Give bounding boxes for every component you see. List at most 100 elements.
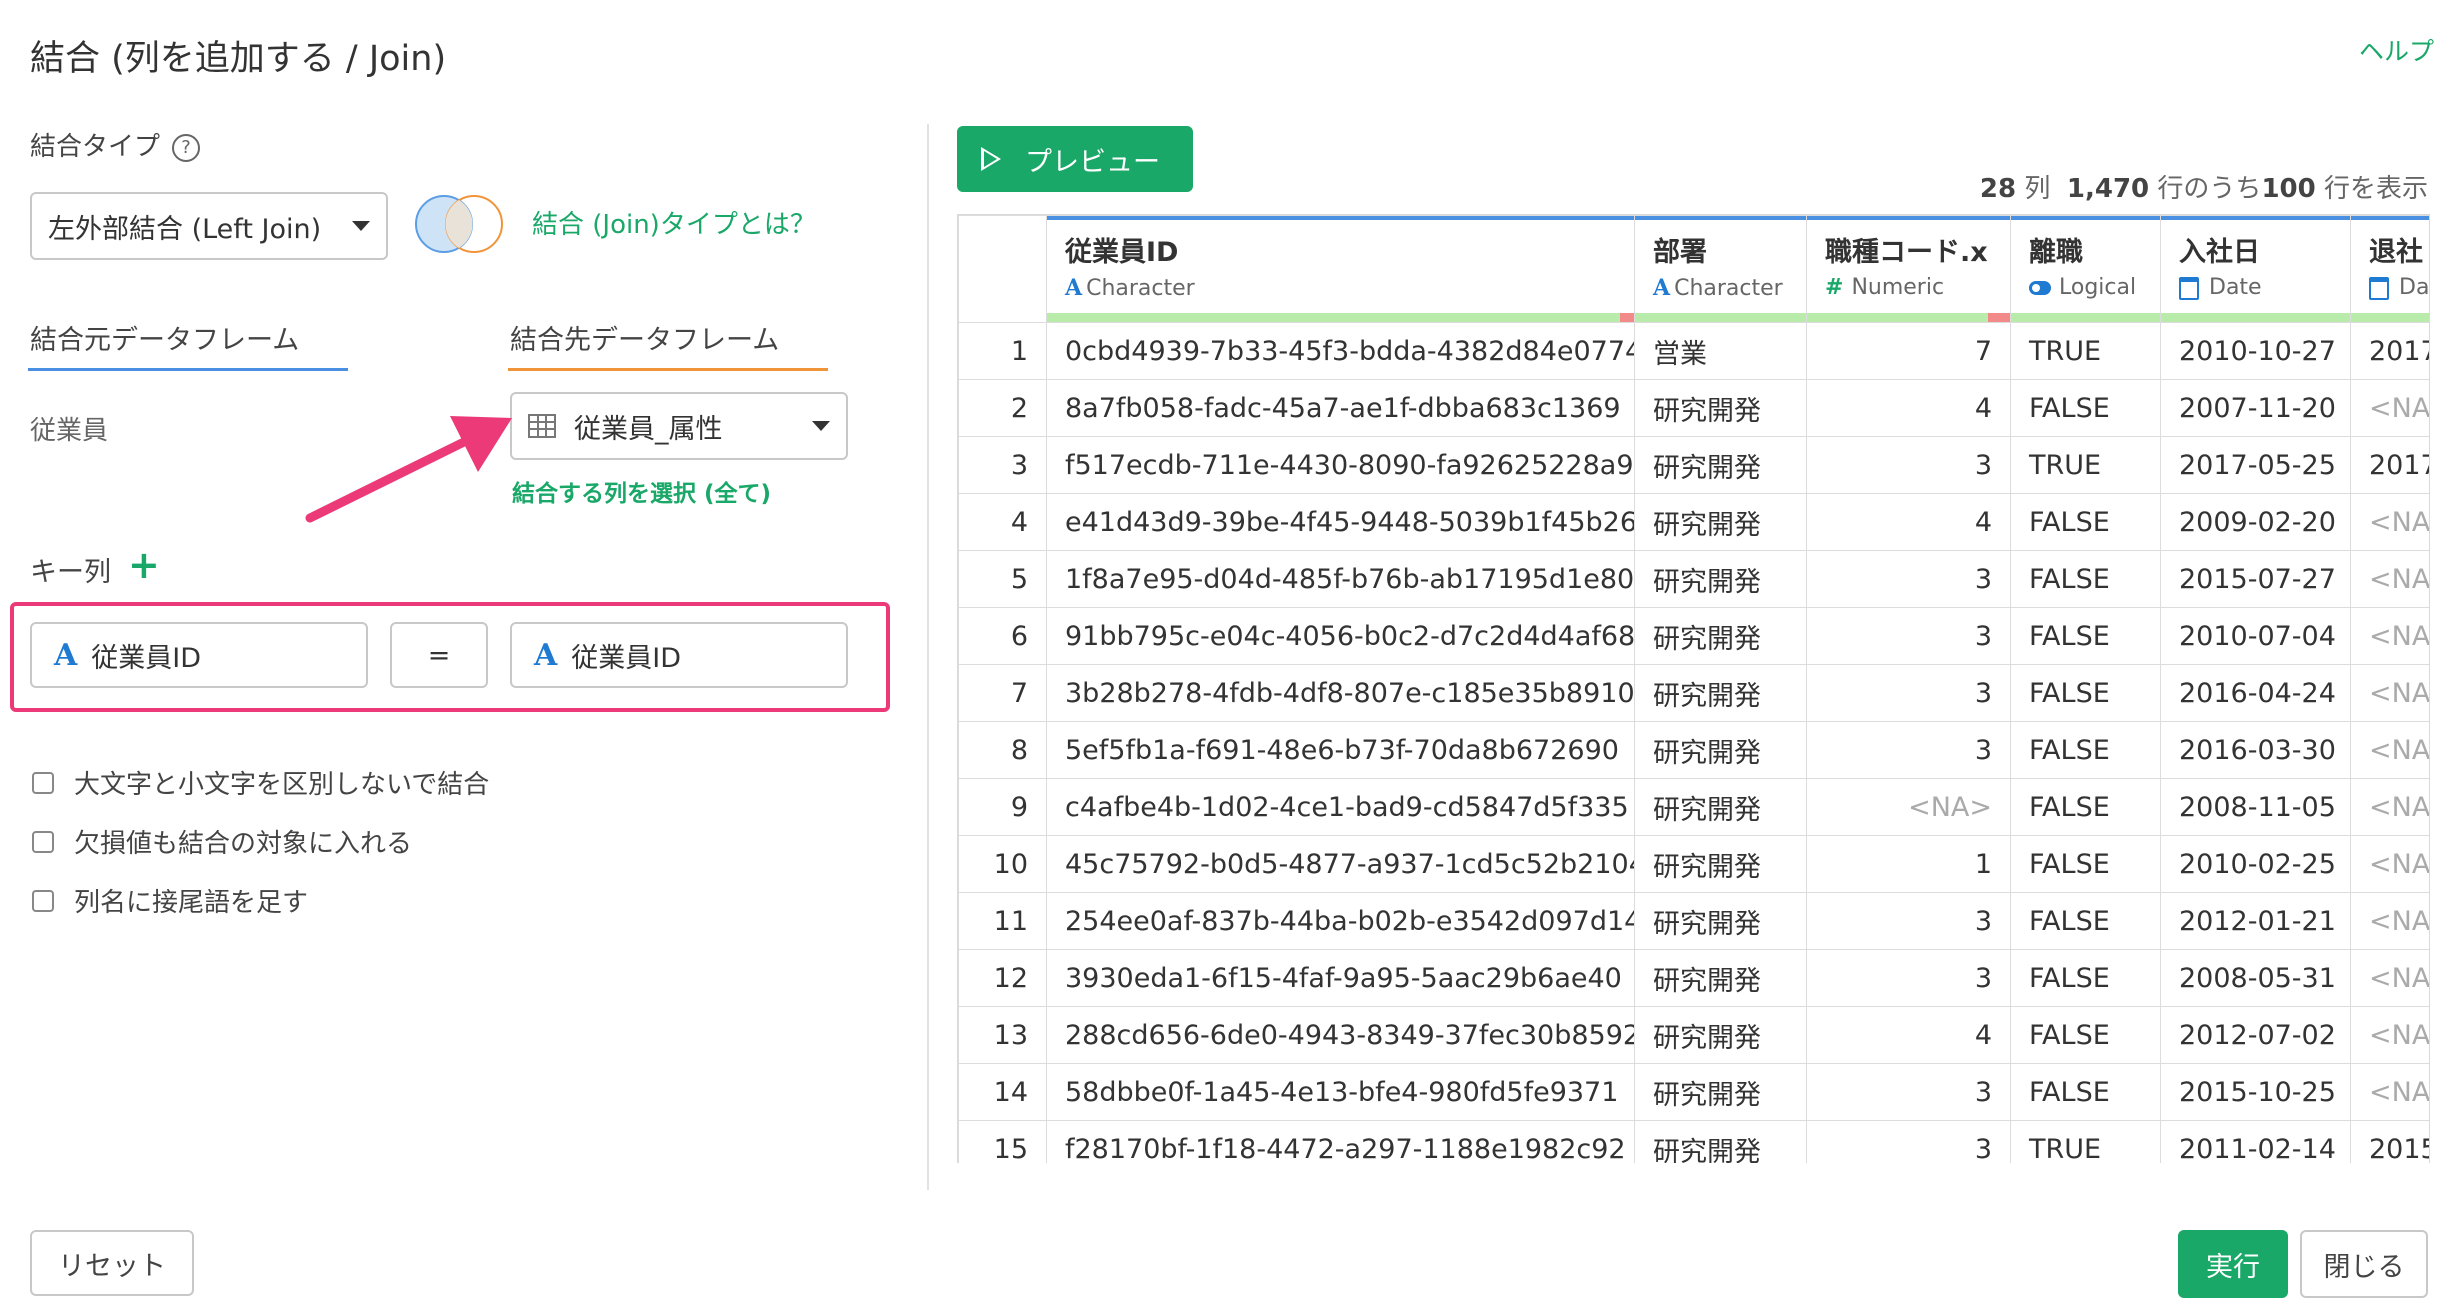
question-circle-icon[interactable]: ?	[172, 133, 201, 162]
table-cell: 2008-05-31	[2160, 949, 2351, 1007]
table-cell: <NA	[2350, 664, 2429, 722]
row-number-cell: 5	[958, 550, 1047, 608]
column-header[interactable]: 職種コード.x # Numeric	[1806, 215, 2011, 323]
table-cell: 2007-11-20	[2160, 379, 2351, 437]
row-number-cell: 14	[958, 1063, 1047, 1121]
table-cell: 3	[1806, 1120, 2011, 1163]
option-case-insensitive[interactable]: 大文字と小文字を区別しないで結合	[32, 764, 489, 801]
column-header[interactable]: 離職 Logical	[2010, 215, 2161, 323]
close-button[interactable]: 閉じる	[2300, 1230, 2428, 1298]
option-label: 大文字と小文字を区別しないで結合	[74, 770, 490, 800]
table-cell: 3	[1806, 664, 2011, 722]
quality-bar	[1807, 313, 2010, 322]
table-cell: <NA	[2350, 379, 2429, 437]
column-name: 離職	[2029, 237, 2083, 268]
table-cell: 3	[1806, 892, 2011, 950]
table-row: 11 254ee0af-837b-44ba-b02b-e3542d097d14 研究…	[958, 892, 2429, 950]
table-cell: 研究開発	[1634, 1006, 1807, 1064]
table-cell: 3	[1806, 1063, 2011, 1121]
table-cell: <NA	[2350, 493, 2429, 551]
table-cell: 7	[1806, 322, 2011, 380]
table-row: 14 58dbbe0f-1a45-4e13-bfe4-980fd5fe9371 研究…	[958, 1063, 2429, 1121]
table-cell: <NA	[2350, 835, 2429, 893]
table-cell: 2017-05-25	[2160, 436, 2351, 494]
right-key-column-select[interactable]: A 従業員ID	[510, 622, 848, 688]
table-cell: 2009-02-20	[2160, 493, 2351, 551]
quality-bar	[2011, 313, 2160, 322]
option-include-na[interactable]: 欠損値も結合の対象に入れる	[32, 823, 412, 860]
column-name: 従業員ID	[1065, 237, 1179, 268]
table-cell: 5ef5fb1a-f691-48e6-b73f-70da8b672690	[1046, 721, 1635, 779]
chevron-down-icon	[812, 421, 830, 431]
quality-bar	[2351, 313, 2429, 322]
table-cell: 2015-10-25	[2160, 1063, 2351, 1121]
source-tab-underline	[28, 368, 348, 371]
column-unit: 列	[2024, 174, 2051, 204]
table-cell: 研究開発	[1634, 835, 1807, 893]
row-count-info: 28 列 1,470 行のうち100 行を表示	[1980, 168, 2428, 205]
select-columns-link[interactable]: 結合する列を選択 (全て)	[512, 474, 771, 508]
table-cell: 研究開発	[1634, 1120, 1807, 1163]
checkbox[interactable]	[32, 889, 54, 912]
row-number-cell: 3	[958, 436, 1047, 494]
join-type-info-link[interactable]: 結合 (Join)タイプとは？	[532, 204, 816, 241]
row-number-cell: 13	[958, 1006, 1047, 1064]
table-cell: 研究開発	[1634, 1063, 1807, 1121]
join-type-select[interactable]: 左外部結合 (Left Join)	[30, 192, 388, 260]
checkbox[interactable]	[32, 771, 54, 794]
table-cell: 2012-01-21	[2160, 892, 2351, 950]
table-header-row: 従業員ID A Character 部署 A Character 職種コード.x #…	[958, 215, 2429, 323]
table-cell: 1	[1806, 835, 2011, 893]
table-cell: <NA	[2350, 1006, 2429, 1064]
preview-button[interactable]: プレビュー	[957, 126, 1193, 192]
pink-arrow-icon	[305, 416, 512, 523]
shown-rows: 100	[2261, 174, 2316, 204]
table-cell: 2011-02-14	[2160, 1120, 2351, 1163]
table-cell: FALSE	[2010, 664, 2161, 722]
table-cell: 4	[1806, 493, 2011, 551]
run-button[interactable]: 実行	[2178, 1230, 2288, 1298]
column-type-label: Character	[1674, 276, 1783, 301]
table-row: 4 e41d43d9-39be-4f45-9448-5039b1f45b26 研究開…	[958, 493, 2429, 551]
key-operator: =	[390, 622, 488, 688]
table-row: 1 0cbd4939-7b33-45f3-bdda-4382d84e0774 営業 7…	[958, 322, 2429, 380]
table-cell: 3	[1806, 550, 2011, 608]
logical-type-icon	[2029, 281, 2051, 295]
row-number-cell: 10	[958, 835, 1047, 893]
table-cell: 4	[1806, 379, 2011, 437]
add-key-icon[interactable]: +	[128, 543, 160, 587]
column-type-label: Logical	[2059, 275, 2137, 300]
column-header[interactable]: 部署 A Character	[1634, 215, 1807, 323]
row-number-header	[958, 215, 1047, 323]
column-type: Da	[2369, 275, 2429, 300]
column-header[interactable]: 退社 Da	[2350, 215, 2429, 323]
table-cell: 研究開発	[1634, 721, 1807, 779]
quality-bar	[1047, 313, 1634, 322]
source-dataframe-tab: 結合元データフレーム	[30, 325, 300, 356]
option-label: 列名に接尾語を足す	[74, 888, 309, 918]
column-header[interactable]: 従業員ID A Character	[1046, 215, 1635, 323]
table-row: 5 1f8a7e95-d04d-485f-b76b-ab17195d1e80 研究開…	[958, 550, 2429, 608]
table-cell: 3b28b278-4fdb-4df8-807e-c185e35b8910	[1046, 664, 1635, 722]
table-cell: 3	[1806, 436, 2011, 494]
table-cell: <NA	[2350, 607, 2429, 665]
table-row: 13 288cd656-6de0-4943-8349-37fec30b8592 研究…	[958, 1006, 2429, 1064]
left-key-column-select[interactable]: A 従業員ID	[30, 622, 368, 688]
column-type: A Character	[1065, 275, 1616, 301]
option-add-suffix[interactable]: 列名に接尾語を足す	[32, 882, 308, 919]
character-type-icon: A	[1065, 275, 1083, 301]
reset-button[interactable]: リセット	[30, 1230, 194, 1296]
numeric-type-icon: #	[1825, 275, 1844, 300]
preview-button-label: プレビュー	[1025, 146, 1160, 178]
column-header[interactable]: 入社日 Date	[2160, 215, 2351, 323]
target-dataframe-select[interactable]: 従業員_属性	[510, 392, 848, 460]
table-cell: 2015	[2350, 1120, 2429, 1163]
help-link[interactable]: ヘルプ	[2359, 32, 2434, 68]
table-icon	[528, 414, 556, 438]
checkbox[interactable]	[32, 830, 54, 853]
table-cell: FALSE	[2010, 493, 2161, 551]
table-row: 8 5ef5fb1a-f691-48e6-b73f-70da8b672690 研究開…	[958, 721, 2429, 779]
table-cell: FALSE	[2010, 1006, 2161, 1064]
option-label: 欠損値も結合の対象に入れる	[74, 829, 413, 859]
table-cell: 3	[1806, 721, 2011, 779]
